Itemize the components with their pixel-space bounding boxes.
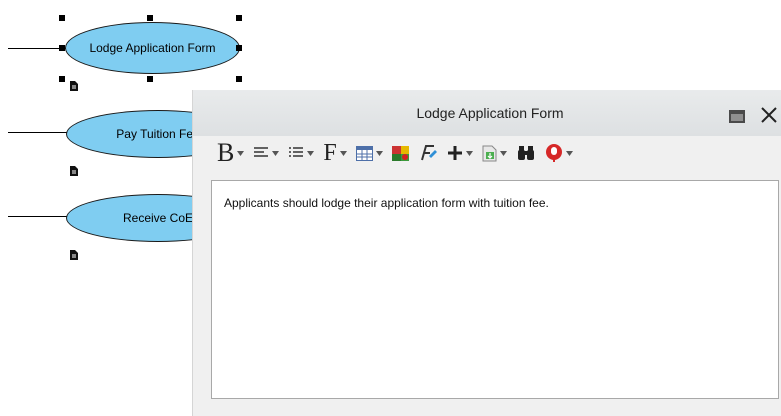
insert-icon — [447, 146, 462, 160]
spellcheck-button[interactable] — [545, 140, 573, 166]
spellcheck-icon — [545, 144, 562, 162]
association-line[interactable] — [8, 132, 68, 133]
font-icon: F — [323, 140, 337, 166]
align-icon — [254, 147, 269, 157]
resize-handle[interactable] — [236, 76, 242, 82]
maximize-button[interactable] — [729, 110, 745, 123]
chevron-down-icon — [339, 150, 347, 156]
use-case-lodge-application-form[interactable]: Lodge Application Form — [65, 22, 240, 74]
clear-format-button[interactable] — [418, 140, 438, 166]
find-button[interactable] — [516, 140, 536, 166]
use-case-label: Receive CoE — [122, 211, 194, 225]
chevron-down-icon — [237, 150, 245, 156]
list-button[interactable] — [288, 140, 315, 166]
chevron-down-icon — [375, 150, 383, 156]
resize-handle[interactable] — [59, 76, 65, 82]
use-case-label: Lodge Application Form — [89, 41, 216, 55]
resize-handle[interactable] — [59, 45, 65, 51]
chevron-down-icon — [307, 150, 315, 156]
resize-handle[interactable] — [236, 15, 242, 21]
list-icon — [289, 147, 304, 157]
color-picker-button[interactable] — [391, 140, 409, 166]
attachment-icon — [482, 145, 497, 161]
resize-handle[interactable] — [236, 45, 242, 51]
align-button[interactable] — [253, 140, 280, 166]
insert-button[interactable] — [447, 140, 473, 166]
use-case-label: Pay Tuition Fee — [116, 127, 200, 141]
resize-handle[interactable] — [147, 15, 153, 21]
attachment-button[interactable] — [482, 140, 507, 166]
chevron-down-icon — [565, 150, 573, 156]
table-button[interactable] — [355, 140, 383, 166]
document-icon[interactable] — [68, 165, 80, 177]
find-icon — [517, 146, 534, 160]
resize-handle[interactable] — [59, 15, 65, 21]
documentation-editor[interactable]: Applicants should lodge their applicatio… — [211, 180, 779, 399]
documentation-popup[interactable]: Lodge Application Form B F Applicants sh… — [192, 90, 781, 416]
font-button[interactable]: F — [323, 140, 347, 166]
documentation-text: Applicants should lodge their applicatio… — [224, 196, 549, 210]
resize-handle[interactable] — [147, 76, 153, 82]
color-picker-icon — [391, 145, 409, 161]
bold-icon: B — [217, 138, 235, 167]
table-icon — [355, 145, 373, 161]
association-line[interactable] — [8, 216, 68, 217]
popup-title-bar[interactable]: Lodge Application Form — [193, 90, 781, 136]
document-icon[interactable] — [68, 249, 80, 261]
clear-format-icon — [420, 145, 437, 161]
bold-button[interactable]: B — [217, 138, 245, 167]
chevron-down-icon — [499, 150, 507, 156]
close-icon[interactable] — [759, 104, 779, 126]
chevron-down-icon — [465, 150, 473, 156]
chevron-down-icon — [272, 150, 280, 156]
popup-title: Lodge Application Form — [416, 105, 564, 121]
document-icon[interactable] — [68, 80, 80, 92]
formatting-toolbar: B F — [217, 138, 582, 168]
